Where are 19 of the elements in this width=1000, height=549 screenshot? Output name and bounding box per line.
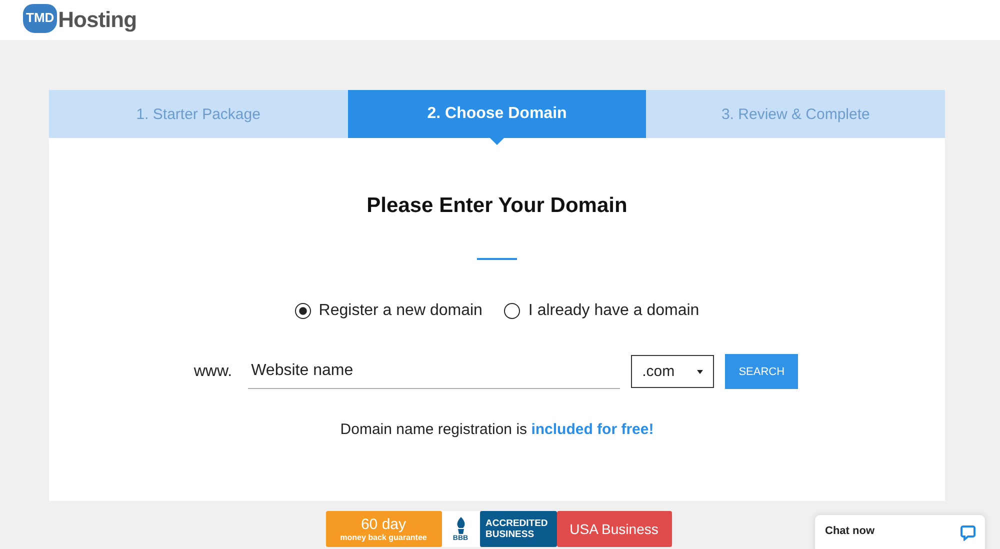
logo-badge: TMD — [23, 4, 58, 32]
radio-option[interactable]: Register a new domain — [294, 302, 482, 320]
www-prefix: www. — [194, 362, 232, 380]
badge-title: ACCREDITED — [486, 518, 548, 529]
badge-subtitle: money back guarantee — [340, 532, 427, 542]
logo-wordmark: Hosting — [58, 7, 137, 33]
badge-title: USA Business — [570, 521, 658, 537]
registration-note: Domain name registration is included for free! — [340, 421, 654, 438]
chat-widget[interactable]: Chat now — [815, 515, 985, 549]
radio-option[interactable]: I already have a domain — [504, 302, 700, 320]
pointer-icon — [490, 138, 504, 145]
chat-label: Chat now — [825, 525, 874, 537]
badge-subtitle: BUSINESS — [486, 529, 534, 540]
extension-select[interactable]: .com — [631, 355, 714, 388]
caret-icon — [697, 370, 704, 374]
chat-bubble-icon — [960, 525, 976, 541]
badge-title: 60 day — [360, 516, 406, 532]
accent-line — [477, 258, 517, 260]
page-heading: Please Enter Your Domain — [366, 194, 628, 218]
